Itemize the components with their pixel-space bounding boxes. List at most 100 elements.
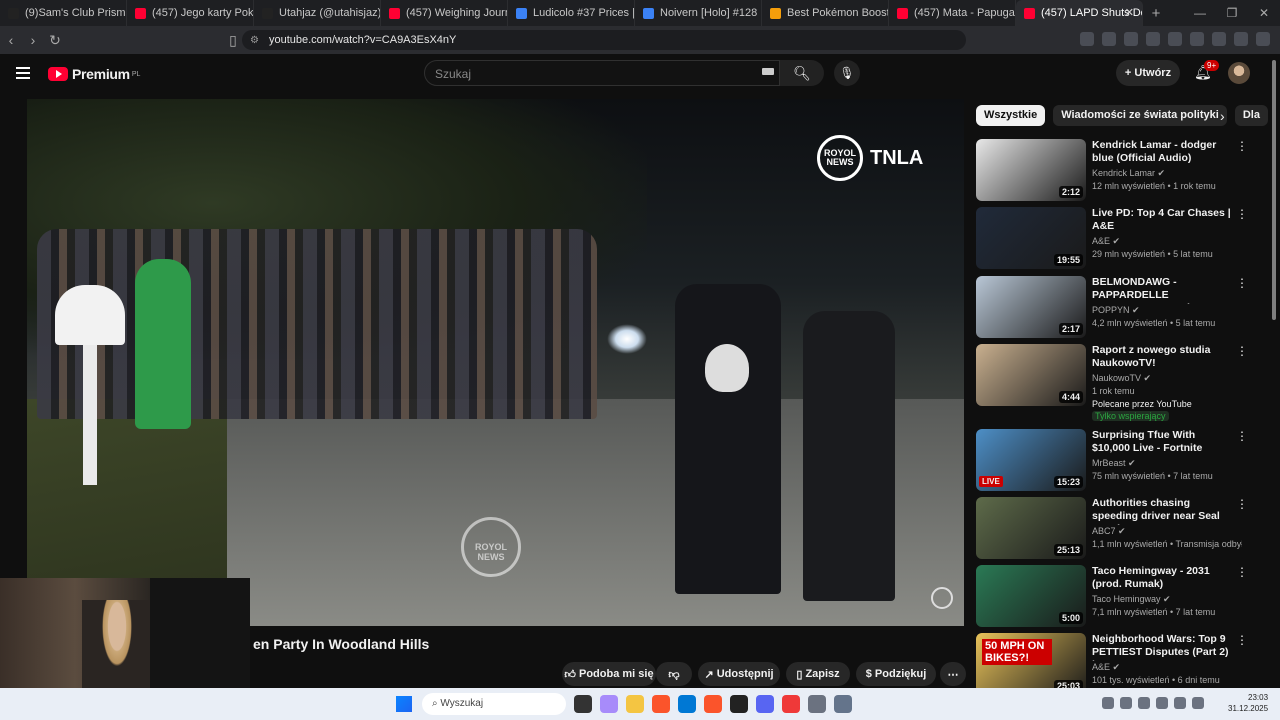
task-view-icon[interactable] (574, 695, 592, 713)
reload-icon[interactable]: ↻ (44, 32, 66, 49)
store-icon[interactable] (678, 695, 696, 713)
menu-icon[interactable] (1256, 32, 1270, 46)
url-field[interactable]: ⚙ youtube.com/watch?v=CA9A3EsX4nY (242, 30, 966, 50)
more-options-icon[interactable]: ⋮ (1236, 429, 1248, 443)
recommended-video[interactable]: 2:17 BELMONDAWG - PAPPARDELLE ALL'ARRABBI… (976, 276, 1266, 340)
recommended-video[interactable]: 25:13 Authorities chasing speeding driver… (976, 497, 1266, 561)
browser-tab[interactable]: (457) Mata - Papuga ft. Oj (889, 0, 1016, 26)
wifi-icon[interactable] (1174, 697, 1186, 709)
taskbar-search[interactable]: ⌕ Wyszukaj (422, 693, 566, 715)
browser-tab[interactable]: (457) Jego karty Pokemon (127, 0, 254, 26)
video-title[interactable]: Live PD: Top 4 Car Chases | A&E (1092, 207, 1232, 233)
channel-name[interactable]: MrBeast ✔ (1092, 458, 1136, 469)
site-settings-icon[interactable]: ⚙ (250, 35, 259, 46)
recommended-video[interactable]: 19:55 Live PD: Top 4 Car Chases | A&E A&E … (976, 207, 1266, 271)
vivaldi-icon[interactable] (782, 695, 800, 713)
scrollbar[interactable] (1272, 60, 1276, 320)
notifications-button[interactable]: 🔔︎ 9+ (1194, 60, 1220, 81)
more-options-icon[interactable]: ⋮ (1236, 344, 1248, 358)
extension-icon[interactable] (1190, 32, 1204, 46)
tray-icon[interactable] (1120, 697, 1132, 709)
forward-icon[interactable]: › (22, 32, 44, 48)
avatar[interactable] (1228, 62, 1250, 84)
clock[interactable]: 23:03 31.12.2025 (1228, 692, 1268, 714)
extension-icon[interactable] (1102, 32, 1116, 46)
close-window-icon[interactable]: ✕ (1248, 6, 1280, 20)
extension-icon[interactable] (1234, 32, 1248, 46)
youtube-logo[interactable]: Premium PL (48, 66, 140, 82)
browser-tab[interactable]: (457) Weighing Journey To (381, 0, 508, 26)
app-icon[interactable] (730, 695, 748, 713)
channel-name[interactable]: Taco Hemingway ✔ (1092, 594, 1171, 605)
more-actions-button[interactable]: ⋯ (940, 662, 966, 686)
video-thumbnail[interactable]: 19:55 (976, 207, 1086, 269)
more-options-icon[interactable]: ⋮ (1236, 633, 1248, 647)
more-options-icon[interactable]: ⋮ (1236, 207, 1248, 221)
windows-start-icon[interactable] (396, 696, 412, 712)
video-title[interactable]: Surprising Tfue With $10,000 Live - Fort… (1092, 429, 1232, 455)
back-icon[interactable]: ‹ (0, 32, 22, 48)
extension-icon[interactable] (1212, 32, 1226, 46)
new-tab-icon[interactable]: + (1143, 5, 1169, 22)
minimize-icon[interactable]: — (1184, 6, 1216, 20)
settings-icon[interactable] (834, 695, 852, 713)
branding-icon[interactable] (931, 587, 953, 609)
more-options-icon[interactable]: ⋮ (1236, 276, 1248, 290)
brave-icon[interactable] (652, 695, 670, 713)
share-button[interactable]: ↗ Udostępnij (698, 662, 780, 686)
video-thumbnail[interactable]: LIVE 15:23 (976, 429, 1086, 491)
video-player[interactable]: ROYOL NEWS TNLA ROYOL NEWS (27, 99, 964, 626)
close-tab-icon[interactable]: ✕ (1125, 6, 1134, 19)
video-title[interactable]: Taco Hemingway - 2031 (prod. Rumak) (1092, 565, 1232, 591)
volume-icon[interactable] (1192, 697, 1204, 709)
restore-icon[interactable]: ❐ (1216, 6, 1248, 20)
dislike-button[interactable]: 👎︎ (656, 662, 692, 686)
tray-icon[interactable] (1138, 697, 1150, 709)
like-button[interactable]: 👍︎ Podoba mi się (562, 662, 656, 686)
recommended-video[interactable]: LIVE 15:23 Surprising Tfue With $10,000 Li… (976, 429, 1266, 493)
recommended-video[interactable]: 4:44 Raport z nowego studia NaukowoTV! Nau… (976, 344, 1266, 421)
tray-icon[interactable] (1156, 697, 1168, 709)
video-thumbnail[interactable]: 50 MPH ON BIKES?! 25:03 (976, 633, 1086, 695)
video-thumbnail[interactable]: 2:17 (976, 276, 1086, 338)
more-options-icon[interactable]: ⋮ (1236, 139, 1248, 153)
recommended-video[interactable]: 2:12 Kendrick Lamar - dodger blue (Offici… (976, 139, 1266, 203)
calculator-icon[interactable] (808, 695, 826, 713)
chevron-right-icon[interactable]: › (1220, 108, 1225, 124)
video-title[interactable]: BELMONDAWG - PAPPARDELLE ALL'ARRABBIATA … (1092, 276, 1232, 304)
chip-all[interactable]: Wszystkie (976, 105, 1046, 126)
browser-tab[interactable]: Utahjaz (@utahisjaz) Official (254, 0, 381, 26)
save-button[interactable]: ▯ Zapisz (786, 662, 850, 686)
recommended-video[interactable]: 5:00 Taco Hemingway - 2031 (prod. Rumak) T… (976, 565, 1266, 629)
browser-tab[interactable]: Noivern [Holo] #128 Prices (635, 0, 762, 26)
channel-name[interactable]: POPPYN ✔ (1092, 305, 1140, 316)
browser-tab[interactable]: Best Pokémon Booster Pa (762, 0, 889, 26)
video-title[interactable]: Raport z nowego studia NaukowoTV! (1092, 344, 1232, 370)
extension-icon[interactable] (1124, 32, 1138, 46)
brave-icon[interactable] (704, 695, 722, 713)
extension-icon[interactable] (1168, 32, 1182, 46)
more-options-icon[interactable]: ⋮ (1236, 565, 1248, 579)
search-input[interactable]: Szukaj (424, 60, 780, 86)
thanks-button[interactable]: $ Podziękuj (856, 662, 936, 686)
video-title[interactable]: Authorities chasing speeding driver near… (1092, 497, 1232, 525)
search-button[interactable]: 🔍︎ (780, 60, 824, 86)
create-button[interactable]: + Utwórz (1116, 60, 1180, 86)
chip-for-you[interactable]: Dla (1234, 105, 1268, 126)
video-title[interactable]: Kendrick Lamar - dodger blue (Official A… (1092, 139, 1232, 165)
more-options-icon[interactable]: ⋮ (1236, 497, 1248, 511)
browser-tab[interactable]: (457) LAPD Shuts Dow✕ (1016, 0, 1143, 26)
chip-politics[interactable]: Wiadomości ze świata polityki (1053, 105, 1227, 126)
channel-name[interactable]: NaukowoTV ✔ (1092, 373, 1151, 384)
hamburger-menu-icon[interactable] (16, 67, 30, 82)
keyboard-icon[interactable] (762, 68, 774, 75)
channel-name[interactable]: A&E ✔ (1092, 662, 1120, 673)
channel-name[interactable]: ABC7 ✔ (1092, 526, 1126, 537)
video-thumbnail[interactable]: 25:13 (976, 497, 1086, 559)
video-title[interactable]: Neighborhood Wars: Top 9 PETTIEST Disput… (1092, 633, 1232, 661)
bookmark-icon[interactable]: ▯ (222, 32, 244, 49)
video-thumbnail[interactable]: 2:12 (976, 139, 1086, 201)
discord-icon[interactable] (756, 695, 774, 713)
extension-icon[interactable] (1146, 32, 1160, 46)
tray-icon[interactable] (1102, 697, 1114, 709)
